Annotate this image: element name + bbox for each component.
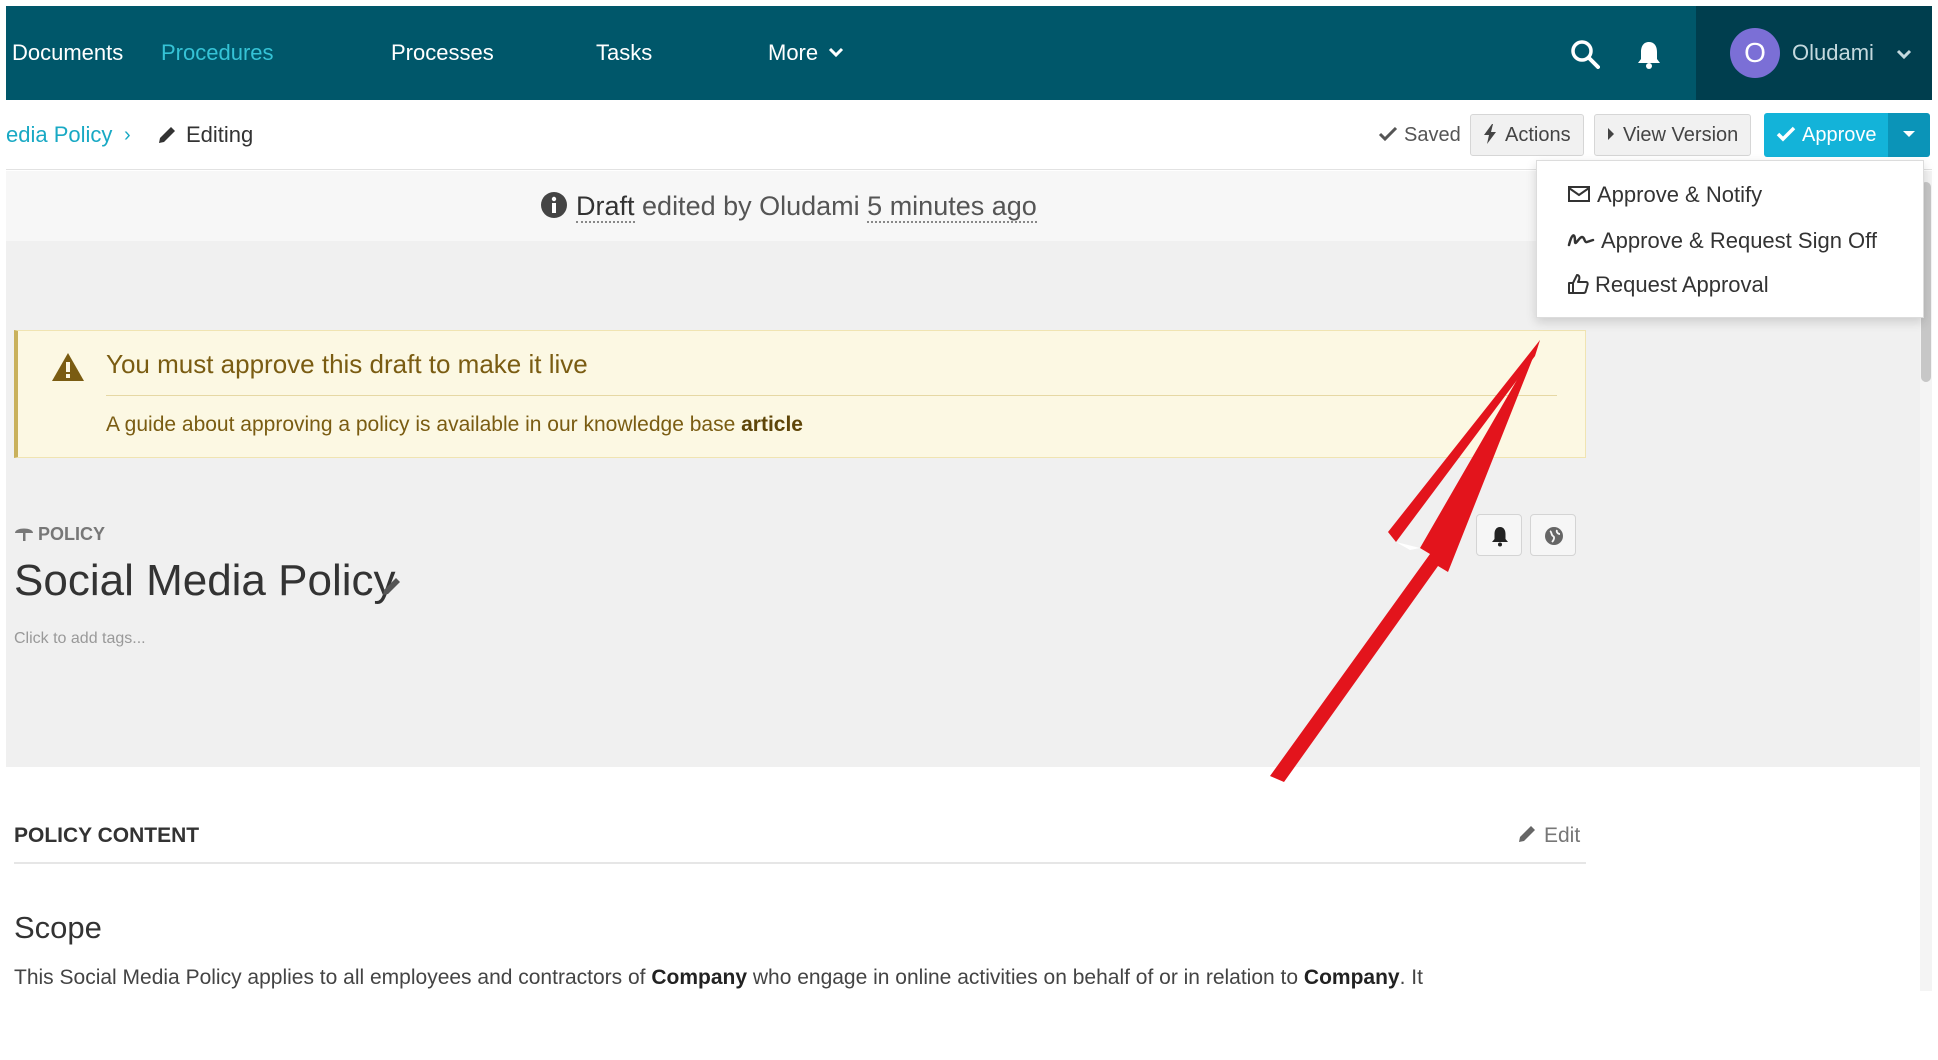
- edited-time: 5 minutes ago: [867, 191, 1037, 223]
- saved-label: Saved: [1404, 124, 1461, 146]
- signature-icon: [1567, 234, 1595, 247]
- breadcrumb-parent-link[interactable]: edia Policy: [6, 100, 112, 170]
- alert-title: You must approve this draft to make it l…: [106, 349, 588, 379]
- menu-item-approve-notify[interactable]: Approve & Notify: [1567, 175, 1762, 215]
- view-version-label: View Version: [1623, 124, 1739, 146]
- document-type-text: POLICY: [38, 524, 106, 544]
- annotation-arrow-icon: [1270, 340, 1540, 782]
- nav-processes[interactable]: Processes: [391, 6, 494, 100]
- warning-icon: [52, 353, 84, 381]
- breadcrumb-separator: ›: [124, 124, 131, 146]
- draft-label[interactable]: Draft: [576, 191, 635, 223]
- thumbs-up-icon: [1568, 274, 1589, 295]
- bell-icon[interactable]: [1634, 39, 1664, 69]
- nav-more-label: More: [768, 40, 819, 65]
- envelope-icon: [1568, 186, 1590, 203]
- content-divider: [14, 862, 1586, 864]
- pencil-icon[interactable]: [380, 574, 404, 598]
- alert-text: A guide about approving a policy is avai…: [106, 413, 803, 437]
- nav-more[interactable]: More: [768, 6, 844, 100]
- edit-content-button[interactable]: Edit: [1516, 824, 1580, 848]
- saved-status: Saved: [1378, 100, 1461, 170]
- nav-tasks[interactable]: Tasks: [596, 6, 652, 100]
- edit-label: Edit: [1544, 824, 1581, 847]
- user-name: Oludami: [1792, 40, 1874, 65]
- document-type-label: POLICY: [14, 524, 105, 545]
- approve-label: Approve: [1802, 124, 1877, 146]
- pencil-icon: [1519, 826, 1535, 843]
- company-placeholder: Company: [1303, 966, 1400, 989]
- menu-item-label: Approve & Request Sign Off: [1601, 228, 1877, 253]
- avatar: O: [1730, 28, 1780, 78]
- bolt-icon: [1484, 123, 1496, 144]
- policy-content-heading: POLICY CONTENT: [14, 824, 200, 847]
- check-icon: [1776, 126, 1796, 142]
- user-menu[interactable]: O Oludami: [1696, 6, 1932, 100]
- menu-item-request-approval[interactable]: Request Approval: [1567, 265, 1769, 305]
- view-version-button[interactable]: View Version: [1594, 114, 1752, 156]
- approve-button[interactable]: Approve: [1764, 113, 1888, 157]
- scope-text-part: This Social Media Policy applies to all …: [14, 966, 646, 989]
- menu-item-label: Approve & Notify: [1597, 182, 1763, 207]
- check-icon: [1378, 126, 1398, 141]
- approve-dropdown-toggle[interactable]: [1888, 113, 1930, 157]
- approve-dropdown-menu: Approve & Notify Approve & Request Sign …: [1536, 160, 1924, 318]
- draft-status-line: Draft edited by Oludami 5 minutes ago: [540, 171, 1037, 241]
- scope-text-part: who engage in online activities on behal…: [752, 966, 1299, 989]
- caret-right-icon: [1608, 127, 1614, 140]
- actions-label: Actions: [1505, 124, 1571, 146]
- section-body-scope: This Social Media Policy applies to all …: [14, 966, 1423, 990]
- edited-by-text: edited by Oludami: [642, 191, 860, 221]
- menu-item-approve-request-signoff[interactable]: Approve & Request Sign Off: [1567, 221, 1877, 261]
- info-icon: [541, 191, 567, 218]
- caret-down-icon: [1903, 131, 1915, 137]
- alert-body: A guide about approving a policy is avai…: [106, 413, 736, 436]
- actions-button[interactable]: Actions: [1470, 114, 1584, 156]
- company-placeholder: Company: [651, 966, 748, 989]
- chevron-down-icon: [1896, 49, 1912, 60]
- chevron-down-icon: [829, 48, 844, 58]
- pencil-icon: [159, 127, 175, 143]
- section-title-scope: Scope: [14, 910, 102, 945]
- nav-documents[interactable]: Documents: [12, 6, 123, 100]
- knowledge-base-article-link[interactable]: article: [741, 413, 803, 436]
- breadcrumb-current: Editing: [186, 122, 254, 147]
- scope-text-part: . It: [1399, 966, 1423, 989]
- page-title: Social Media Policy: [14, 556, 396, 605]
- nav-procedures[interactable]: Procedures: [161, 6, 274, 100]
- search-icon[interactable]: [1570, 39, 1600, 69]
- umbrella-icon: [15, 528, 33, 542]
- add-tags-field[interactable]: Click to add tags...: [14, 630, 146, 648]
- top-navigation-bar: Documents Procedures Processes Tasks Mor…: [6, 6, 1932, 100]
- menu-item-label: Request Approval: [1595, 272, 1769, 297]
